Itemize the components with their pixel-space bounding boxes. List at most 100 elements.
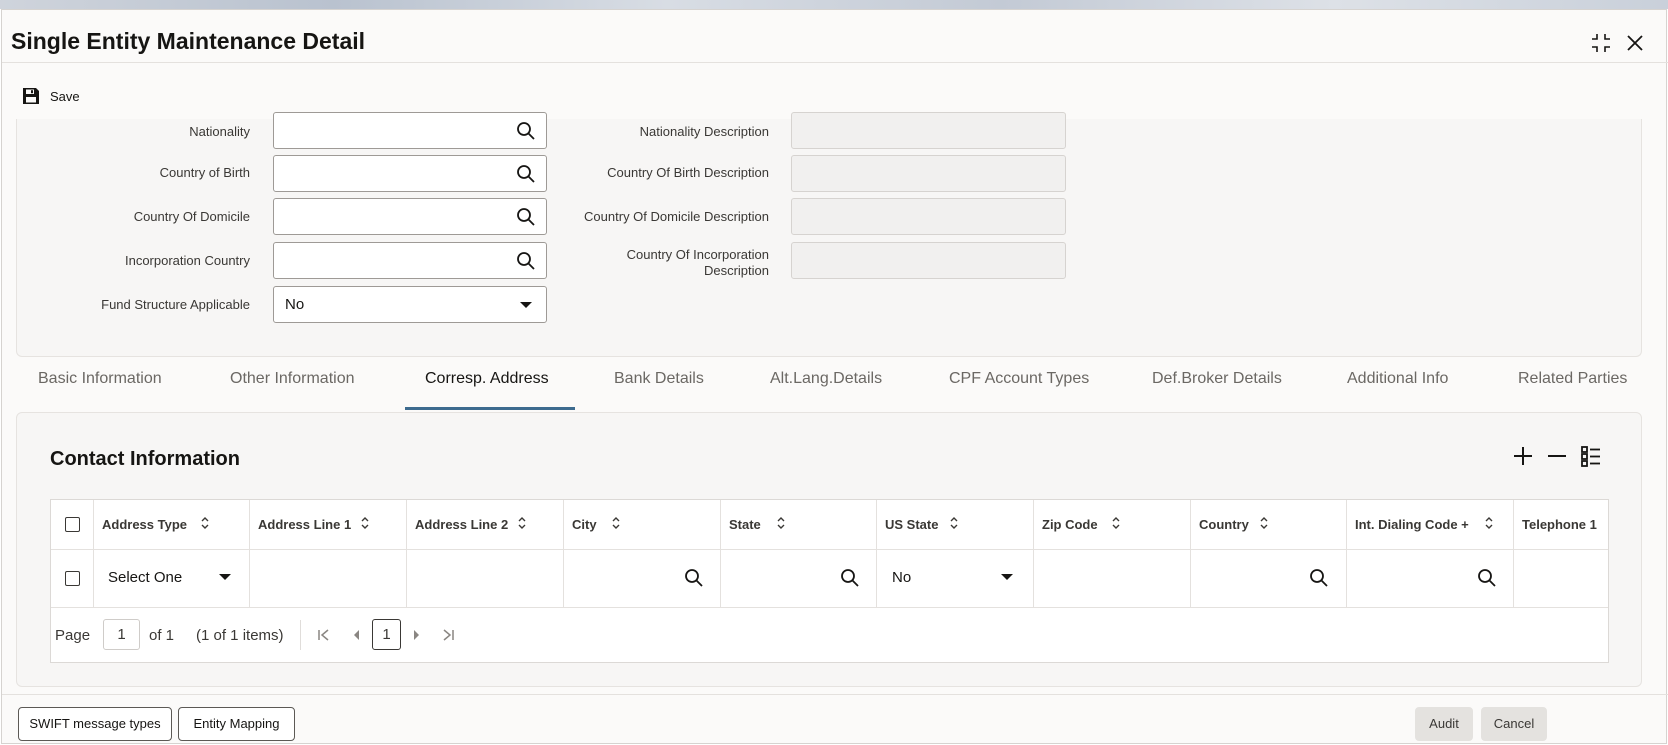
- column-header-label: Country: [1199, 517, 1249, 532]
- fund-structure-value: No: [285, 296, 305, 313]
- column-header-address-line-2[interactable]: Address Line 2: [407, 500, 564, 550]
- column-header-address-type[interactable]: Address Type: [94, 500, 250, 550]
- country-of-birth-description-label: Country Of Birth Description: [607, 165, 769, 180]
- address-type-select[interactable]: Select One: [94, 550, 250, 608]
- column-header-label: Address Line 2: [415, 517, 509, 532]
- column-header-telephone-1[interactable]: Telephone 1: [1514, 500, 1608, 550]
- remove-row-icon[interactable]: [1544, 443, 1570, 469]
- column-header-state[interactable]: State: [721, 500, 877, 550]
- column-header-address-line-1[interactable]: Address Line 1: [250, 500, 407, 550]
- page-label: Page: [55, 627, 91, 644]
- sort-icon[interactable]: [360, 516, 370, 530]
- chevron-down-icon: [219, 574, 231, 580]
- incorporation-description-label-line2: Description: [703, 263, 769, 278]
- close-icon: [1627, 35, 1643, 51]
- search-icon[interactable]: [516, 251, 536, 271]
- search-icon[interactable]: [516, 164, 536, 184]
- column-header-label: Address Line 1: [258, 517, 352, 532]
- tab-other-information[interactable]: Other Information: [230, 370, 355, 388]
- search-icon[interactable]: [840, 568, 860, 588]
- incorporation-country-label: Incorporation Country: [124, 253, 250, 268]
- audit-button[interactable]: Audit: [1415, 707, 1473, 741]
- column-header-int-dialing-code[interactable]: Int. Dialing Code +: [1347, 500, 1514, 550]
- sort-icon[interactable]: [611, 516, 621, 530]
- previous-page-icon[interactable]: [351, 628, 361, 642]
- tab-def-broker-details[interactable]: Def.Broker Details: [1152, 370, 1282, 388]
- page-count-label: of 1: [149, 627, 175, 644]
- swift-message-types-button[interactable]: SWIFT message types: [18, 707, 172, 741]
- country-of-domicile-description-label: Country Of Domicile Description: [584, 209, 769, 224]
- nationality-input[interactable]: [273, 112, 547, 149]
- section-title: Contact Information: [50, 448, 240, 470]
- search-icon[interactable]: [516, 121, 536, 141]
- row-checkbox[interactable]: [65, 571, 80, 586]
- search-icon[interactable]: [1309, 568, 1329, 588]
- sort-icon[interactable]: [949, 516, 959, 530]
- next-page-icon[interactable]: [412, 628, 422, 642]
- address-line-2-input[interactable]: [407, 550, 564, 608]
- incorporation-country-input[interactable]: [273, 242, 547, 279]
- column-header-city[interactable]: City: [564, 500, 721, 550]
- first-page-icon[interactable]: [317, 628, 331, 642]
- tab-basic-information[interactable]: Basic Information: [38, 370, 162, 388]
- tab-additional-info[interactable]: Additional Info: [1347, 370, 1448, 388]
- zip-code-input[interactable]: [1034, 550, 1191, 608]
- sort-icon[interactable]: [1111, 516, 1121, 530]
- incorporation-description-label-line1: Country Of Incorporation: [626, 247, 769, 262]
- contact-information-panel: Contact Information Address Type Address…: [16, 412, 1642, 687]
- column-header-label: Int. Dialing Code +: [1355, 517, 1469, 532]
- save-button[interactable]: Save: [22, 85, 80, 107]
- state-input[interactable]: [721, 550, 877, 608]
- column-header-country[interactable]: Country: [1191, 500, 1347, 550]
- column-header-us-state[interactable]: US State: [877, 500, 1034, 550]
- country-of-domicile-label: Country Of Domicile: [133, 209, 250, 224]
- single-record-view-icon[interactable]: [1578, 443, 1604, 469]
- address-line-1-input[interactable]: [250, 550, 407, 608]
- tab-related-parties[interactable]: Related Parties: [1518, 370, 1627, 388]
- last-page-icon[interactable]: [441, 628, 455, 642]
- country-of-birth-label: Country of Birth: [159, 165, 250, 180]
- nationality-label: Nationality: [189, 124, 250, 139]
- sort-icon[interactable]: [200, 516, 210, 530]
- tab-cpf-account-types[interactable]: CPF Account Types: [949, 370, 1089, 388]
- tab-bank-details[interactable]: Bank Details: [614, 370, 704, 388]
- column-header-label: City: [572, 517, 597, 532]
- tab-alt-lang-details[interactable]: Alt.Lang.Details: [770, 370, 882, 388]
- sort-icon[interactable]: [1259, 516, 1269, 530]
- sort-icon[interactable]: [517, 516, 527, 530]
- dialog-window: Single Entity Maintenance Detail Save Na…: [1, 9, 1668, 744]
- current-page-button[interactable]: 1: [372, 619, 401, 650]
- select-all-checkbox[interactable]: [65, 517, 80, 532]
- column-header-zip-code[interactable]: Zip Code: [1034, 500, 1191, 550]
- country-input[interactable]: [1191, 550, 1347, 608]
- tab-corresp-address[interactable]: Corresp. Address: [425, 370, 549, 388]
- close-button[interactable]: [1622, 30, 1648, 56]
- entity-mapping-button[interactable]: Entity Mapping: [178, 707, 295, 741]
- column-header-label: State: [729, 517, 761, 532]
- page-number-input[interactable]: 1: [103, 619, 140, 650]
- collapse-button[interactable]: [1588, 30, 1614, 56]
- footer-divider: [2, 694, 1668, 695]
- sort-icon[interactable]: [1484, 516, 1494, 530]
- city-input[interactable]: [564, 550, 721, 608]
- column-header-label: Zip Code: [1042, 517, 1098, 532]
- chevron-down-icon: [520, 302, 532, 308]
- cancel-button[interactable]: Cancel: [1481, 707, 1547, 741]
- us-state-select[interactable]: No: [877, 550, 1034, 608]
- sort-icon[interactable]: [776, 516, 786, 530]
- country-of-domicile-input[interactable]: [273, 198, 547, 235]
- int-dialing-code-input[interactable]: [1347, 550, 1514, 608]
- search-icon[interactable]: [684, 568, 704, 588]
- tab-bar: Basic Information Other Information Corr…: [16, 370, 1668, 412]
- search-icon[interactable]: [516, 207, 536, 227]
- window-title: Single Entity Maintenance Detail: [11, 28, 366, 54]
- search-icon[interactable]: [1477, 568, 1497, 588]
- chevron-down-icon: [1001, 574, 1013, 580]
- telephone-1-input[interactable]: [1514, 550, 1608, 608]
- fund-structure-select[interactable]: No: [273, 286, 547, 323]
- column-header-label: US State: [885, 517, 939, 532]
- country-of-birth-input[interactable]: [273, 155, 547, 192]
- add-row-icon[interactable]: [1510, 443, 1536, 469]
- pagination-bar: Page 1 of 1 (1 of 1 items) 1: [51, 608, 1608, 662]
- us-state-value: No: [892, 569, 912, 586]
